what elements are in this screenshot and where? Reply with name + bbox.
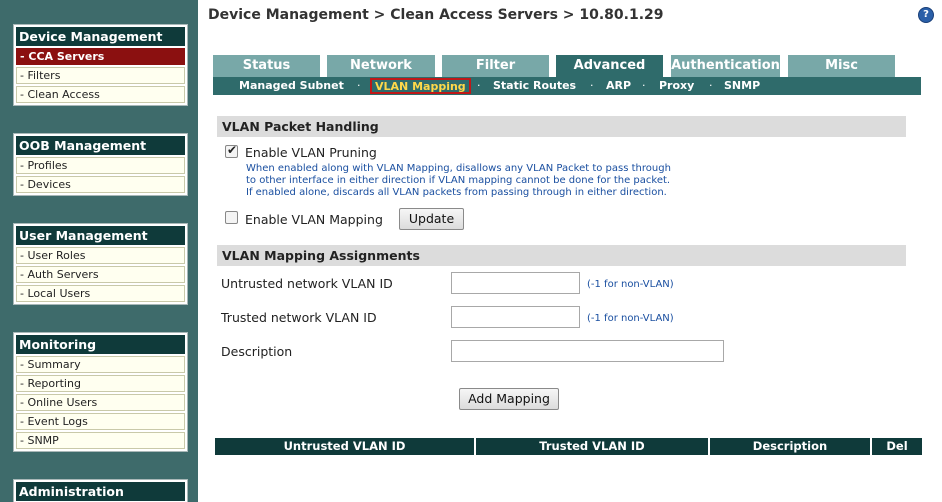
description-label: Description (221, 344, 293, 359)
mapping-label: Enable VLAN Mapping (245, 212, 383, 227)
trusted-vlan-input[interactable] (451, 306, 580, 328)
subtab-snmp[interactable]: SNMP (724, 77, 760, 95)
subtab-separator: · (590, 79, 594, 92)
subtab-managed-subnet[interactable]: Managed Subnet (239, 77, 344, 95)
tab-network[interactable]: Network (327, 55, 435, 77)
tab-authentication[interactable]: Authentication (671, 55, 780, 77)
sidebar-group-administration: Administration (13, 479, 188, 502)
subtab-separator: · (477, 79, 481, 92)
update-button[interactable]: Update (399, 208, 464, 230)
trusted-vlan-hint: (-1 for non-VLAN) (587, 313, 674, 324)
column-header-trusted: Trusted VLAN ID (476, 438, 708, 455)
sidebar-heading: User Management (16, 226, 185, 245)
sidebar-item-local-users[interactable]: - Local Users (16, 285, 185, 302)
sidebar-heading: Monitoring (16, 335, 185, 354)
sidebar-heading: Device Management (16, 27, 185, 46)
subtab-arp[interactable]: ARP (606, 77, 631, 95)
sidebar-item-auth-servers[interactable]: - Auth Servers (16, 266, 185, 283)
sidebar-group-device-management: Device Management - CCA Servers - Filter… (13, 24, 188, 106)
pruning-note-line-3: If enabled alone, discards all VLAN pack… (246, 187, 667, 198)
subtab-static-routes[interactable]: Static Routes (493, 77, 576, 95)
sidebar-group-monitoring: Monitoring - Summary - Reporting - Onlin… (13, 332, 188, 452)
check-icon: ✔ (227, 143, 238, 157)
column-header-del: Del (872, 438, 922, 455)
sidebar-item-cca-servers[interactable]: - CCA Servers (16, 48, 185, 65)
sidebar-item-profiles[interactable]: - Profiles (16, 157, 185, 174)
tab-misc[interactable]: Misc (788, 55, 895, 77)
subtab-vlan-mapping[interactable]: VLAN Mapping (370, 78, 471, 94)
sidebar-group-oob-management: OOB Management - Profiles - Devices (13, 133, 188, 196)
trusted-vlan-label: Trusted network VLAN ID (221, 310, 377, 325)
sidebar-heading: OOB Management (16, 136, 185, 155)
mapping-table-header: Untrusted VLAN ID Trusted VLAN ID Descri… (215, 438, 922, 455)
section-title-packet-handling: VLAN Packet Handling (217, 116, 906, 137)
sidebar-item-clean-access[interactable]: - Clean Access (16, 86, 185, 103)
sidebar-item-devices[interactable]: - Devices (16, 176, 185, 193)
sidebar: Device Management - CCA Servers - Filter… (0, 0, 198, 502)
tab-filter[interactable]: Filter (442, 55, 549, 77)
untrusted-vlan-input[interactable] (451, 272, 580, 294)
page-title: Device Management > Clean Access Servers… (208, 7, 664, 23)
sidebar-item-filters[interactable]: - Filters (16, 67, 185, 84)
subtab-proxy[interactable]: Proxy (659, 77, 694, 95)
column-header-untrusted: Untrusted VLAN ID (215, 438, 474, 455)
subtab-separator: · (357, 79, 361, 92)
description-input[interactable] (451, 340, 724, 362)
mapping-checkbox[interactable] (225, 211, 238, 224)
help-icon[interactable]: ? (918, 7, 934, 23)
tab-status[interactable]: Status (213, 55, 320, 77)
sidebar-item-event-logs[interactable]: - Event Logs (16, 413, 185, 430)
subtab-separator: · (642, 79, 646, 92)
sidebar-item-reporting[interactable]: - Reporting (16, 375, 185, 392)
untrusted-vlan-label: Untrusted network VLAN ID (221, 276, 393, 291)
untrusted-vlan-hint: (-1 for non-VLAN) (587, 279, 674, 290)
column-header-description: Description (710, 438, 870, 455)
tab-advanced[interactable]: Advanced (556, 55, 663, 77)
sidebar-heading[interactable]: Administration (16, 482, 185, 501)
subtab-bar: Managed Subnet · VLAN Mapping · Static R… (213, 77, 921, 95)
sidebar-item-summary[interactable]: - Summary (16, 356, 185, 373)
pruning-note-line-2: to other interface in either direction i… (246, 175, 671, 186)
pruning-label: Enable VLAN Pruning (245, 145, 377, 160)
subtab-separator: · (709, 79, 713, 92)
sidebar-item-online-users[interactable]: - Online Users (16, 394, 185, 411)
add-mapping-button[interactable]: Add Mapping (459, 388, 559, 410)
tab-bar: Status Network Filter Advanced Authentic… (213, 55, 913, 77)
sidebar-group-user-management: User Management - User Roles - Auth Serv… (13, 223, 188, 305)
sidebar-item-snmp[interactable]: - SNMP (16, 432, 185, 449)
section-title-assignments: VLAN Mapping Assignments (217, 245, 906, 266)
pruning-checkbox[interactable]: ✔ (225, 143, 238, 158)
sidebar-item-user-roles[interactable]: - User Roles (16, 247, 185, 264)
pruning-note-line-1: When enabled along with VLAN Mapping, di… (246, 163, 671, 174)
